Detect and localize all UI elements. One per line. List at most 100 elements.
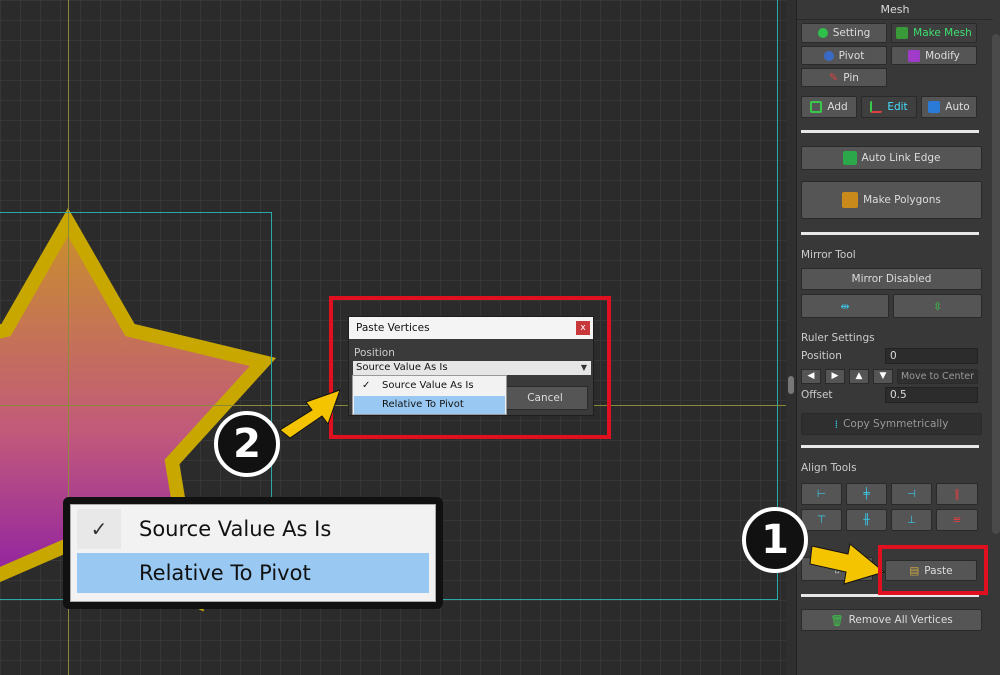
zoomed-option-label: Relative To Pivot bbox=[139, 561, 311, 585]
mode-edit-button[interactable]: Edit bbox=[861, 96, 917, 118]
panel-scrollbar[interactable] bbox=[992, 34, 1000, 534]
tab-setting-label: Setting bbox=[832, 27, 871, 39]
panel-splitter[interactable] bbox=[786, 0, 796, 675]
zoomed-option-label: Source Value As Is bbox=[139, 517, 332, 541]
tab-pin-label: Pin bbox=[843, 71, 859, 84]
link-edge-icon bbox=[842, 151, 857, 165]
splitter-grip[interactable] bbox=[788, 376, 794, 394]
tab-make-mesh-label: Make Mesh bbox=[913, 27, 972, 39]
mode-auto-button[interactable]: Auto bbox=[921, 96, 977, 118]
ruler-offset-label: Offset bbox=[801, 389, 833, 401]
distribute-v-icon: ≡ bbox=[952, 514, 962, 526]
modify-icon bbox=[908, 49, 921, 62]
arrow-icon bbox=[809, 543, 886, 585]
zoomed-dropdown-list: ✓ Source Value As Is Relative To Pivot bbox=[70, 504, 436, 602]
move-right-button[interactable]: ▶ bbox=[825, 369, 845, 384]
dropdown-option-relative-to-pivot[interactable]: Relative To Pivot bbox=[354, 396, 505, 414]
move-to-center-button[interactable]: Move to Center bbox=[897, 369, 978, 384]
move-to-center-label: Move to Center bbox=[900, 371, 975, 382]
ruler-settings-label: Ruler Settings bbox=[801, 332, 875, 344]
separator bbox=[801, 232, 979, 235]
polygon-icon bbox=[842, 192, 859, 208]
align-left-icon: ⊢ bbox=[816, 488, 827, 500]
zoomed-option-source-value: ✓ Source Value As Is bbox=[77, 509, 429, 549]
ruler-position-label: Position bbox=[801, 350, 842, 362]
mirror-disabled-button[interactable]: Mirror Disabled bbox=[801, 268, 982, 290]
tab-modify[interactable]: Modify bbox=[891, 46, 977, 65]
distribute-h-icon: ‖ bbox=[954, 488, 960, 500]
arrow-icon bbox=[279, 389, 341, 439]
mode-edit-label: Edit bbox=[887, 101, 908, 113]
dropdown-option-source-value[interactable]: ✓ Source Value As Is bbox=[354, 377, 505, 395]
zoomed-option-relative-to-pivot: Relative To Pivot bbox=[77, 553, 429, 593]
add-vertex-icon bbox=[810, 101, 823, 113]
move-left-button[interactable]: ◀ bbox=[801, 369, 821, 384]
check-icon: ✓ bbox=[77, 509, 121, 549]
align-bottom-button[interactable]: ⊥ bbox=[891, 509, 932, 531]
mirror-disabled-label: Mirror Disabled bbox=[851, 273, 932, 285]
tab-pivot[interactable]: Pivot bbox=[801, 46, 887, 65]
position-select[interactable]: Source Value As Is ▼ bbox=[353, 361, 591, 375]
panel-title: Mesh bbox=[797, 0, 993, 20]
mirror-vertical-icon: ⇳ bbox=[932, 299, 943, 313]
tab-pin[interactable]: ✎ Pin bbox=[801, 68, 887, 87]
distribute-h-button[interactable]: ‖ bbox=[936, 483, 978, 505]
align-center-v-icon: ╫ bbox=[863, 514, 870, 526]
make-mesh-icon bbox=[896, 27, 909, 39]
edit-vertex-icon bbox=[870, 101, 883, 113]
mirror-vertical-button[interactable]: ⇳ bbox=[893, 294, 982, 318]
separator bbox=[801, 445, 979, 448]
mode-add-label: Add bbox=[827, 101, 848, 113]
pivot-icon bbox=[823, 50, 834, 61]
mirror-horizontal-icon: ⇹ bbox=[840, 299, 850, 313]
tab-modify-label: Modify bbox=[925, 49, 960, 62]
mirror-tool-label: Mirror Tool bbox=[801, 249, 856, 261]
ruler-position-field[interactable]: 0 bbox=[885, 348, 978, 364]
align-top-icon: ⊤ bbox=[816, 514, 827, 526]
step-1-badge: 1 bbox=[742, 507, 808, 573]
tab-setting[interactable]: Setting bbox=[801, 23, 887, 43]
mirror-horizontal-button[interactable]: ⇹ bbox=[801, 294, 889, 318]
separator bbox=[801, 130, 979, 133]
copy-symmetric-icon: ⁞ bbox=[834, 417, 839, 431]
align-center-v-button[interactable]: ╫ bbox=[846, 509, 887, 531]
ruler-offset-field[interactable]: 0.5 bbox=[885, 387, 978, 403]
align-right-button[interactable]: ⊣ bbox=[891, 483, 932, 505]
remove-all-vertices-label: Remove All Vertices bbox=[848, 614, 953, 626]
check-icon: ✓ bbox=[362, 380, 371, 391]
auto-link-edge-label: Auto Link Edge bbox=[861, 152, 941, 164]
dialog-position-label: Position bbox=[354, 347, 395, 359]
close-icon[interactable]: x bbox=[576, 321, 590, 335]
dropdown-option-label: Source Value As Is bbox=[382, 380, 474, 391]
cancel-button[interactable]: Cancel bbox=[502, 386, 588, 410]
remove-all-vertices-button[interactable]: 🗑 Remove All Vertices bbox=[801, 609, 982, 631]
make-polygons-label: Make Polygons bbox=[863, 194, 941, 206]
align-top-button[interactable]: ⊤ bbox=[801, 509, 842, 531]
dialog-title-bar: Paste Vertices x bbox=[349, 317, 593, 339]
align-center-h-icon: ╪ bbox=[863, 488, 870, 500]
distribute-v-button[interactable]: ≡ bbox=[936, 509, 978, 531]
mode-auto-label: Auto bbox=[945, 101, 970, 113]
trash-icon: 🗑 bbox=[830, 614, 844, 627]
auto-link-edge-button[interactable]: Auto Link Edge bbox=[801, 146, 982, 170]
move-up-button[interactable]: ▲ bbox=[849, 369, 869, 384]
align-bottom-icon: ⊥ bbox=[906, 514, 917, 526]
copy-symmetrically-label: Copy Symmetrically bbox=[843, 418, 949, 430]
pin-icon: ✎ bbox=[829, 71, 839, 84]
copy-symmetrically-button[interactable]: ⁞ Copy Symmetrically bbox=[801, 413, 982, 435]
move-down-button[interactable]: ▼ bbox=[873, 369, 893, 384]
chevron-down-icon: ▼ bbox=[580, 363, 587, 372]
position-dropdown-list: ✓ Source Value As Is Relative To Pivot bbox=[352, 375, 507, 415]
auto-mesh-icon bbox=[928, 101, 941, 113]
align-tools-label: Align Tools bbox=[801, 462, 857, 474]
tab-make-mesh[interactable]: Make Mesh bbox=[891, 23, 977, 43]
dialog-title: Paste Vertices bbox=[356, 322, 430, 334]
step-2-badge: 2 bbox=[214, 411, 280, 477]
mode-add-button[interactable]: Add bbox=[801, 96, 857, 118]
align-left-button[interactable]: ⊢ bbox=[801, 483, 842, 505]
tab-pivot-label: Pivot bbox=[838, 49, 865, 62]
align-center-h-button[interactable]: ╪ bbox=[846, 483, 887, 505]
align-right-icon: ⊣ bbox=[906, 488, 917, 500]
paste-highlight-box bbox=[878, 545, 988, 595]
make-polygons-button[interactable]: Make Polygons bbox=[801, 181, 982, 219]
